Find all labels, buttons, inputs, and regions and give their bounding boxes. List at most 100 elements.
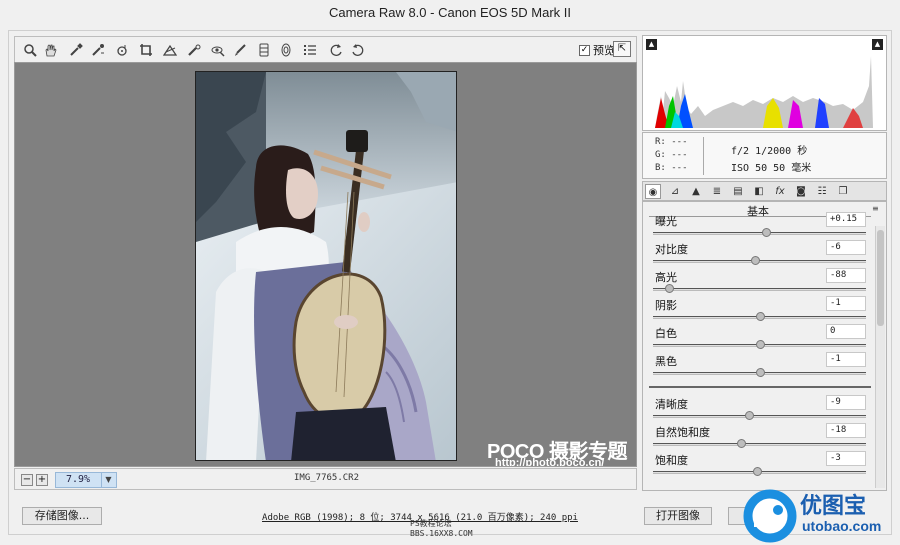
slider-value-field[interactable]: -1 xyxy=(826,352,866,367)
histogram: ▲ ▲ xyxy=(642,35,887,131)
slider-thumb[interactable] xyxy=(761,228,771,237)
rgb-r-readout: R: --- xyxy=(655,137,688,147)
slider-label: 高光 xyxy=(655,271,677,284)
slider-label: 对比度 xyxy=(655,243,688,256)
slider-label: 清晰度 xyxy=(655,398,688,411)
brand-name: 优图宝 xyxy=(800,494,867,519)
preview-checkbox[interactable]: ✓ xyxy=(579,44,590,56)
tab-detail[interactable]: ▲ xyxy=(688,184,704,199)
slider-label: 白色 xyxy=(655,327,677,340)
forum-watermark-line2: BBS.16XX8.COM xyxy=(410,529,473,538)
slider-value-field[interactable]: -88 xyxy=(826,268,866,283)
slider-track[interactable] xyxy=(653,443,866,446)
slider-value-field[interactable]: -6 xyxy=(826,240,866,255)
slider-thumb[interactable] xyxy=(755,368,765,377)
graduated-filter-icon[interactable] xyxy=(255,41,273,59)
effects-icon: fx xyxy=(775,186,785,197)
brand-url: utobao.com xyxy=(802,518,882,534)
color-sampler-icon[interactable] xyxy=(89,41,107,59)
forum-watermark-line1: PS教程论坛 xyxy=(410,519,452,528)
slider-thumb[interactable] xyxy=(755,312,765,321)
exif-aperture-shutter: f/2 1/2000 秒 xyxy=(731,146,808,157)
slider-thumb[interactable] xyxy=(755,340,765,349)
tab-hsl[interactable]: ≣ xyxy=(709,184,725,199)
target-adjust-icon[interactable] xyxy=(113,41,131,59)
info-panel: R: --- G: --- B: --- f/2 1/2000 秒 ISO 50… xyxy=(642,132,887,179)
split-toning-icon: ▤ xyxy=(733,186,743,197)
slider-label: 阴影 xyxy=(655,299,677,312)
panel-scrollbar[interactable] xyxy=(875,226,885,488)
status-bar: − + 7.9% ▼ IMG_7765.CR2 xyxy=(14,468,637,490)
tab-split-toning[interactable]: ▤ xyxy=(730,184,746,199)
fullscreen-button[interactable]: ⇱ xyxy=(613,41,631,57)
rotate-cw-icon[interactable] xyxy=(349,41,367,59)
snapshots-icon: ❐ xyxy=(838,186,848,197)
slider-row: 黑色 -1 xyxy=(653,352,867,381)
crop-icon[interactable] xyxy=(137,41,155,59)
slider-label: 曝光 xyxy=(655,215,677,228)
slider-thumb[interactable] xyxy=(737,439,747,448)
rgb-g-readout: G: --- xyxy=(655,150,688,160)
slider-row: 自然饱和度 -18 xyxy=(653,423,867,452)
window-title: Camera Raw 8.0 - Canon EOS 5D Mark II xyxy=(0,0,900,26)
slider-label: 黑色 xyxy=(655,355,677,368)
straighten-icon[interactable] xyxy=(161,41,179,59)
radial-filter-icon[interactable] xyxy=(277,41,295,59)
utobao-logo-icon xyxy=(743,489,797,543)
slider-thumb[interactable] xyxy=(751,256,761,265)
photo-preview[interactable] xyxy=(195,71,457,461)
open-image-button[interactable]: 打开图像 xyxy=(644,507,712,525)
toolbar: ✓ 预览 ⇱ xyxy=(14,36,637,62)
slider-row: 高光 -88 xyxy=(653,268,867,297)
panel-menu-icon[interactable]: ≡ xyxy=(872,204,879,213)
slider-row: 清晰度 -9 xyxy=(653,395,867,424)
lens-icon: ◧ xyxy=(754,186,764,197)
rotate-ccw-icon[interactable] xyxy=(327,41,345,59)
tab-basic[interactable]: ◉ xyxy=(645,184,661,199)
slider-label: 自然饱和度 xyxy=(655,426,710,439)
zoom-icon[interactable] xyxy=(21,41,39,59)
detail-icon: ▲ xyxy=(692,186,700,197)
tab-snapshots[interactable]: ❐ xyxy=(835,184,851,199)
basic-panel: 基本 ≡ 曝光 +0.15 对比度 -6 高光 -88 阴影 -1 白色 0 黑色 -1 清晰度 -9 自… xyxy=(642,201,887,491)
tone-curve-icon: ⊿ xyxy=(670,186,680,197)
preview-label: 预览 xyxy=(593,44,615,57)
utobao-logo: 优图宝 utobao.com xyxy=(742,486,900,545)
tab-camera-calibration[interactable]: ◙ xyxy=(793,184,809,199)
slider-value-field[interactable]: -1 xyxy=(826,296,866,311)
slider-row: 白色 0 xyxy=(653,324,867,353)
slider-thumb[interactable] xyxy=(745,411,755,420)
slider-value-field[interactable]: 0 xyxy=(826,324,866,339)
tab-effects[interactable]: fx xyxy=(772,184,788,199)
rgb-b-readout: B: --- xyxy=(655,163,688,173)
slider-row: 饱和度 -3 xyxy=(653,451,867,480)
scrollbar-thumb[interactable] xyxy=(877,230,884,326)
slider-value-field[interactable]: -9 xyxy=(826,395,866,410)
white-balance-icon[interactable] xyxy=(67,41,85,59)
camera-calibration-icon: ◙ xyxy=(796,186,806,197)
slider-thumb[interactable] xyxy=(753,467,763,476)
preferences-icon[interactable] xyxy=(301,41,319,59)
spot-removal-icon[interactable] xyxy=(185,41,203,59)
image-canvas[interactable]: POCO 摄影专题 http://photo.poco.cn/ xyxy=(14,62,637,467)
slider-thumb[interactable] xyxy=(665,284,675,293)
tab-lens[interactable]: ◧ xyxy=(751,184,767,199)
tab-presets[interactable]: ☷ xyxy=(814,184,830,199)
slider-value-field[interactable]: -3 xyxy=(826,451,866,466)
slider-value-field[interactable]: -18 xyxy=(826,423,866,438)
slider-track[interactable] xyxy=(653,232,866,235)
slider-track[interactable] xyxy=(653,415,866,418)
slider-row: 曝光 +0.15 xyxy=(653,212,867,241)
hand-icon[interactable] xyxy=(41,41,59,59)
tab-tone-curve[interactable]: ⊿ xyxy=(667,184,683,199)
adjustment-brush-icon[interactable] xyxy=(231,41,249,59)
slider-value-field[interactable]: +0.15 xyxy=(826,212,866,227)
slider-track[interactable] xyxy=(653,288,866,291)
red-eye-icon[interactable] xyxy=(209,41,227,59)
hsl-icon: ≣ xyxy=(712,186,722,197)
slider-row: 对比度 -6 xyxy=(653,240,867,269)
slider-label: 饱和度 xyxy=(655,454,688,467)
panel-tabs: ◉ ⊿ ▲ ≣ ▤ ◧ fx ◙ ☷ ❐ xyxy=(642,181,887,201)
preview-toggle[interactable]: ✓ 预览 xyxy=(579,42,615,58)
file-name: IMG_7765.CR2 xyxy=(293,473,360,483)
